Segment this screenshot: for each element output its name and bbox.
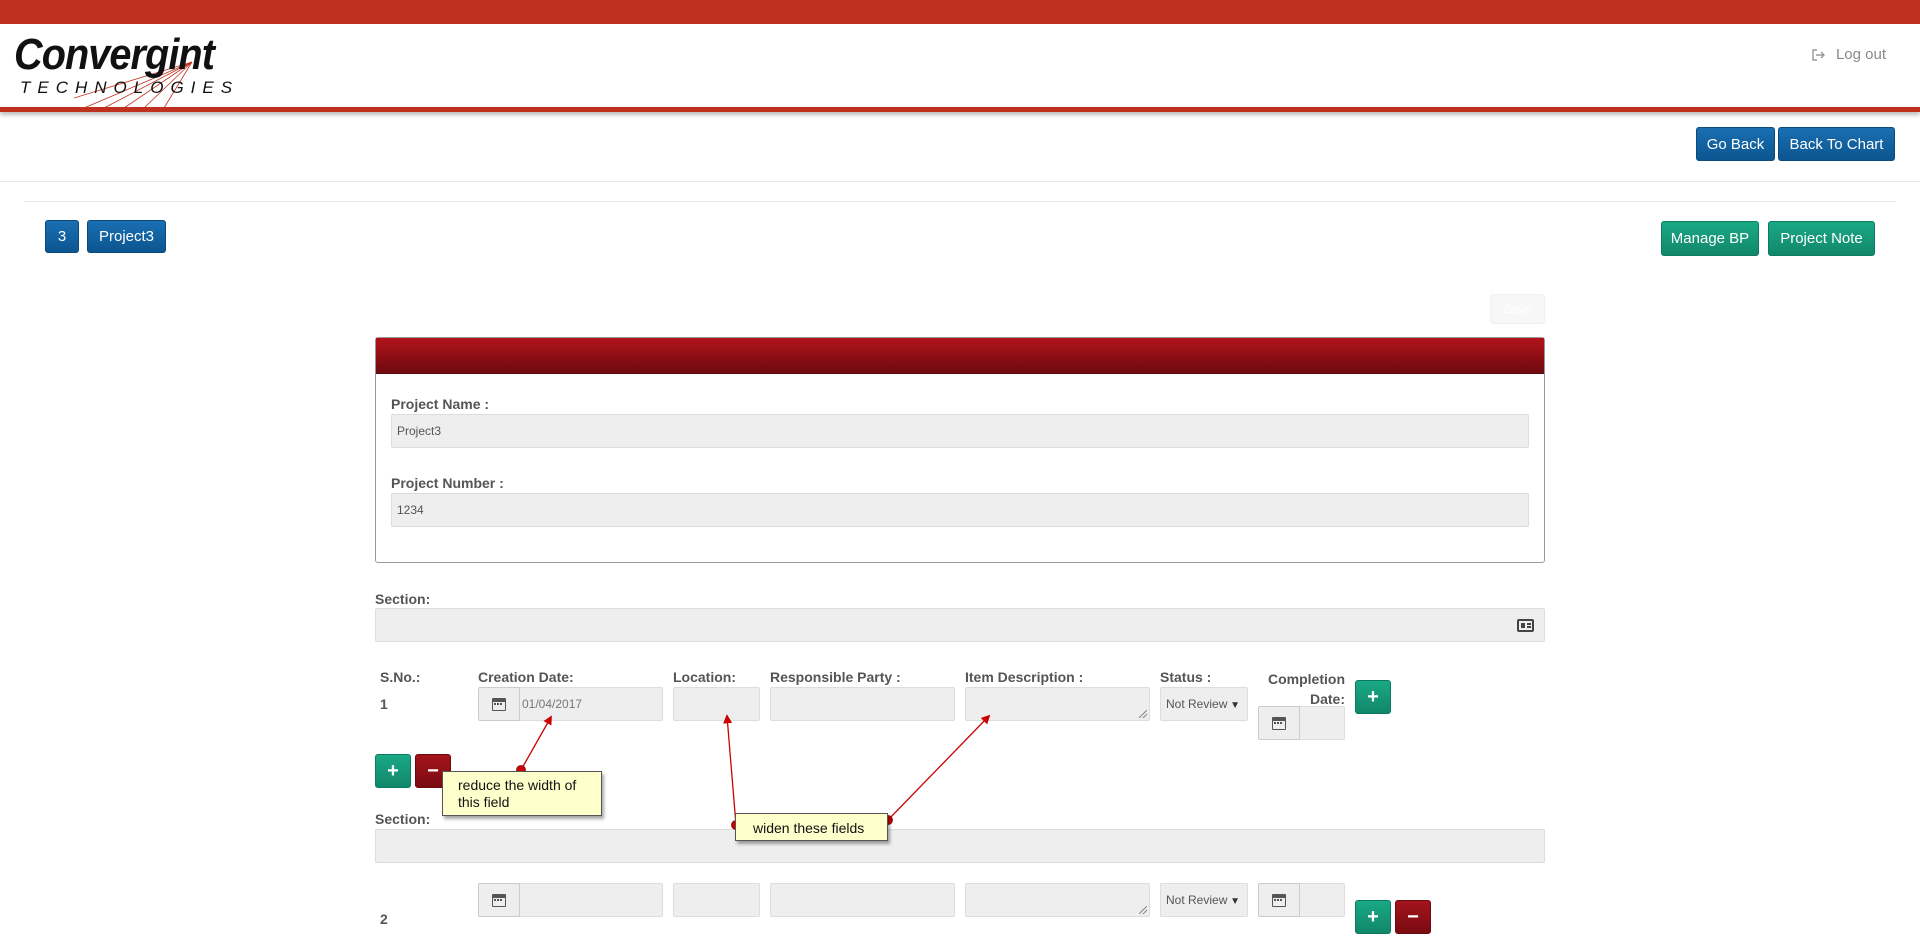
save-button[interactable]: Save	[1490, 294, 1545, 324]
logo-tagline: TECHNOLOGIES	[20, 78, 240, 97]
section-field[interactable]	[375, 829, 1545, 863]
status-value: Not Review	[1166, 893, 1228, 907]
project-name-field[interactable]: Project3	[391, 414, 1529, 448]
go-back-button[interactable]: Go Back	[1696, 127, 1775, 161]
logout-label: Log out	[1835, 46, 1886, 63]
plus-icon: +	[1367, 905, 1379, 928]
col-sno: S.No.:	[380, 669, 421, 685]
creation-date-picker[interactable]: 01/04/2017	[478, 687, 663, 721]
annotation-note-line1: reduce the width of	[458, 777, 577, 793]
col-completion-date: Completion Date:	[1258, 669, 1345, 709]
resize-grip-icon[interactable]	[1139, 710, 1147, 718]
col-responsible-party: Responsible Party :	[770, 669, 901, 685]
col-item-description: Item Description :	[965, 669, 1084, 685]
project-id-badge[interactable]: 3	[45, 220, 79, 253]
status-value: Not Review	[1166, 697, 1228, 711]
id-card-icon	[1517, 619, 1534, 632]
row-sno: 1	[380, 696, 388, 712]
calendar-icon	[1272, 716, 1286, 730]
project-info-panel	[375, 337, 1545, 563]
company-logo[interactable]: Convergint TECHNOLOGIES	[14, 30, 232, 109]
project-name-badge[interactable]: Project3	[87, 220, 166, 253]
creation-date-input[interactable]	[520, 883, 663, 917]
status-select[interactable]: Not Review ▼	[1160, 883, 1248, 917]
annotation-note: widen these fields	[735, 813, 888, 841]
calendar-icon	[492, 893, 506, 907]
location-input[interactable]	[673, 883, 760, 917]
calendar-icon	[492, 697, 506, 711]
responsible-party-input[interactable]	[770, 687, 955, 721]
plus-icon: +	[1367, 685, 1379, 708]
logout-link[interactable]: Log out	[1812, 46, 1886, 63]
project-number-label: Project Number :	[391, 475, 504, 491]
project-note-button[interactable]: Project Note	[1768, 221, 1875, 256]
completion-date-input[interactable]	[1300, 706, 1345, 740]
add-section-button[interactable]: +	[375, 754, 411, 788]
divider	[0, 181, 1920, 182]
minus-icon: −	[427, 759, 439, 782]
dropdown-caret-icon: ▼	[1230, 700, 1240, 711]
top-brand-strip	[0, 0, 1920, 24]
logo-wordmark: Convergint	[14, 30, 215, 79]
creation-date-picker[interactable]	[478, 883, 663, 917]
creation-date-input[interactable]: 01/04/2017	[520, 687, 663, 721]
col-completion-date-line1: Completion	[1268, 671, 1345, 687]
sign-out-icon	[1812, 48, 1825, 61]
row-sno: 2	[380, 911, 388, 927]
resize-grip-icon[interactable]	[1139, 906, 1147, 914]
annotation-arrow	[887, 714, 991, 821]
remove-item-button[interactable]: −	[1395, 900, 1431, 934]
calendar-addon[interactable]	[478, 883, 520, 917]
annotation-note: reduce the width of this field	[442, 771, 602, 816]
plus-icon: +	[387, 759, 399, 782]
header-bar: Convergint TECHNOLOGIES Log out	[0, 24, 1920, 112]
add-item-button[interactable]: +	[1355, 680, 1391, 714]
calendar-icon	[1272, 893, 1286, 907]
completion-date-input[interactable]	[1300, 883, 1345, 917]
col-creation-date: Creation Date:	[478, 669, 574, 685]
completion-date-picker[interactable]	[1258, 706, 1345, 740]
item-description-textarea[interactable]	[965, 883, 1150, 917]
responsible-party-input[interactable]	[770, 883, 955, 917]
col-location: Location:	[673, 669, 736, 685]
status-select[interactable]: Not Review ▼	[1160, 687, 1248, 721]
manage-bp-button[interactable]: Manage BP	[1661, 221, 1759, 256]
divider	[24, 201, 1896, 202]
back-to-chart-button[interactable]: Back To Chart	[1778, 127, 1895, 161]
location-input[interactable]	[673, 687, 760, 721]
annotation-arrow	[520, 715, 552, 771]
project-number-field[interactable]: 1234	[391, 493, 1529, 527]
item-description-textarea[interactable]	[965, 687, 1150, 721]
dropdown-caret-icon: ▼	[1230, 896, 1240, 907]
calendar-addon[interactable]	[478, 687, 520, 721]
project-name-label: Project Name :	[391, 396, 490, 412]
col-status: Status :	[1160, 669, 1212, 685]
section-label: Section:	[375, 591, 431, 607]
annotation-arrow	[723, 714, 737, 826]
calendar-addon[interactable]	[1258, 883, 1300, 917]
section-field[interactable]	[375, 608, 1545, 642]
section-label: Section:	[375, 811, 431, 827]
annotation-note-line2: this field	[458, 794, 510, 810]
calendar-addon[interactable]	[1258, 706, 1300, 740]
minus-icon: −	[1407, 905, 1419, 928]
panel-header	[376, 338, 1544, 374]
completion-date-picker[interactable]	[1258, 883, 1345, 917]
add-item-button[interactable]: +	[1355, 900, 1391, 934]
